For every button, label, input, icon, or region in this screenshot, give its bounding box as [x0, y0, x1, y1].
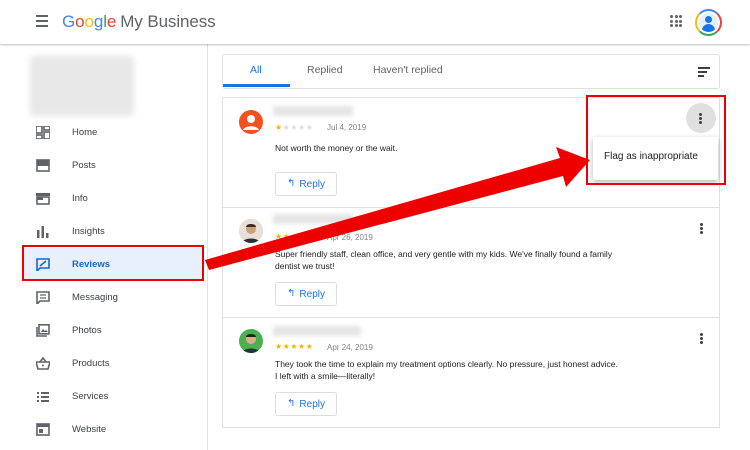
sidebar-item-insights[interactable]: Insights: [22, 215, 202, 248]
logo-product-name: My Business: [120, 12, 216, 31]
review-text-line: Super friendly staff, clean office, and …: [275, 249, 613, 259]
sidebar-item-label: Products: [72, 358, 110, 369]
sidebar-item-info[interactable]: Info: [22, 182, 202, 215]
website-icon: [36, 423, 50, 436]
reply-button[interactable]: ↰ Reply: [275, 392, 337, 416]
sidebar-item-services[interactable]: Services: [22, 380, 202, 413]
photos-icon: [36, 324, 50, 337]
reply-button[interactable]: ↰ Reply: [275, 172, 337, 196]
apps-grid-icon[interactable]: [670, 15, 682, 27]
reply-label: Reply: [299, 178, 325, 190]
tab-replied[interactable]: Replied: [307, 64, 343, 76]
sidebar-item-posts[interactable]: Posts: [22, 149, 202, 182]
reply-label: Reply: [299, 288, 325, 300]
posts-icon: [36, 159, 50, 172]
reply-button[interactable]: ↰ Reply: [275, 282, 337, 306]
reviewer-name-blurred: [273, 214, 353, 224]
list-icon: [37, 392, 49, 402]
tab-havent-replied[interactable]: Haven't replied: [373, 64, 443, 76]
reply-arrow-icon: ↰: [287, 398, 296, 409]
review-text-line: I left with a smile—literally!: [275, 371, 376, 381]
sidebar-item-products[interactable]: Products: [22, 347, 202, 380]
logo-letter: o: [84, 12, 94, 31]
menu-icon[interactable]: [36, 15, 48, 27]
sidebar-item-label: Home: [72, 127, 98, 138]
flag-as-inappropriate-item[interactable]: Flag as inappropriate: [604, 151, 698, 162]
logo-letter: g: [93, 12, 104, 31]
sidebar-item-label: Messaging: [72, 292, 118, 303]
reviewer-name-blurred: [273, 106, 353, 116]
review-text-line: Not worth the money or the wait.: [275, 143, 398, 153]
storefront-icon: [36, 193, 50, 205]
reply-label: Reply: [299, 398, 325, 410]
sidebar-item-website[interactable]: Website: [22, 413, 202, 446]
review-text-line: dentist we trust!: [275, 261, 335, 271]
tab-all[interactable]: All: [250, 64, 262, 76]
more-vert-icon[interactable]: [700, 333, 703, 344]
sidebar-item-home[interactable]: Home: [22, 116, 202, 149]
sidebar-item-label: Reviews: [72, 259, 111, 270]
sidebar-item-label: Photos: [72, 325, 102, 336]
logo-letter: G: [62, 12, 76, 31]
more-vert-icon[interactable]: [699, 113, 702, 124]
review-date: Apr 26, 2019: [327, 233, 373, 242]
sidebar-item-photos[interactable]: Photos: [22, 314, 202, 347]
reviewer-avatar: [239, 329, 263, 353]
sidebar: Home Posts Info Insights Reviews Messagi…: [0, 44, 208, 450]
review-text: They took the time to explain my treatme…: [275, 358, 675, 382]
sidebar-item-label: Services: [72, 391, 109, 402]
sort-icon[interactable]: [698, 67, 710, 77]
bar-chart-icon: [37, 226, 49, 238]
reviews-icon: [36, 258, 50, 271]
reply-arrow-icon: ↰: [287, 288, 296, 299]
review-text: Super friendly staff, clean office, and …: [275, 248, 675, 272]
logo-letter: e: [106, 12, 117, 31]
reviewer-name-blurred: [273, 326, 361, 336]
reply-arrow-icon: ↰: [287, 178, 296, 189]
review-date: Apr 24, 2019: [327, 343, 373, 352]
sidebar-item-label: Posts: [72, 160, 96, 171]
sidebar-item-label: Website: [72, 424, 107, 435]
star-rating: ★★★★★: [275, 123, 314, 132]
business-name-blurred: [30, 56, 134, 116]
star-rating: ★★★★★: [275, 232, 314, 241]
review-date: Jul 4, 2019: [327, 123, 367, 132]
reviewer-avatar: [239, 219, 263, 243]
reviewer-avatar: [239, 110, 263, 134]
account-avatar[interactable]: [695, 9, 722, 36]
basket-icon: [36, 357, 50, 370]
sidebar-item-messaging[interactable]: Messaging: [22, 281, 202, 314]
review-card: ★★★★★ Apr 26, 2019 Super friendly staff,…: [222, 208, 720, 318]
sidebar-item-label: Insights: [72, 226, 105, 237]
active-tab-indicator: [223, 84, 290, 87]
more-vert-icon[interactable]: [700, 223, 703, 234]
dashboard-icon: [36, 126, 50, 139]
review-card: ★★★★★ Apr 24, 2019 They took the time to…: [222, 318, 720, 428]
sidebar-item-reviews[interactable]: Reviews: [22, 248, 202, 281]
review-filter-tabs: All Replied Haven't replied: [222, 54, 720, 89]
sidebar-item-label: Info: [72, 193, 88, 204]
message-icon: [36, 291, 50, 304]
app-logo[interactable]: Google My Business: [62, 12, 216, 32]
review-options-menu: Flag as inappropriate: [593, 137, 718, 180]
top-app-bar: Google My Business: [0, 0, 750, 44]
review-text-line: They took the time to explain my treatme…: [275, 359, 618, 369]
star-rating: ★★★★★: [275, 342, 314, 351]
